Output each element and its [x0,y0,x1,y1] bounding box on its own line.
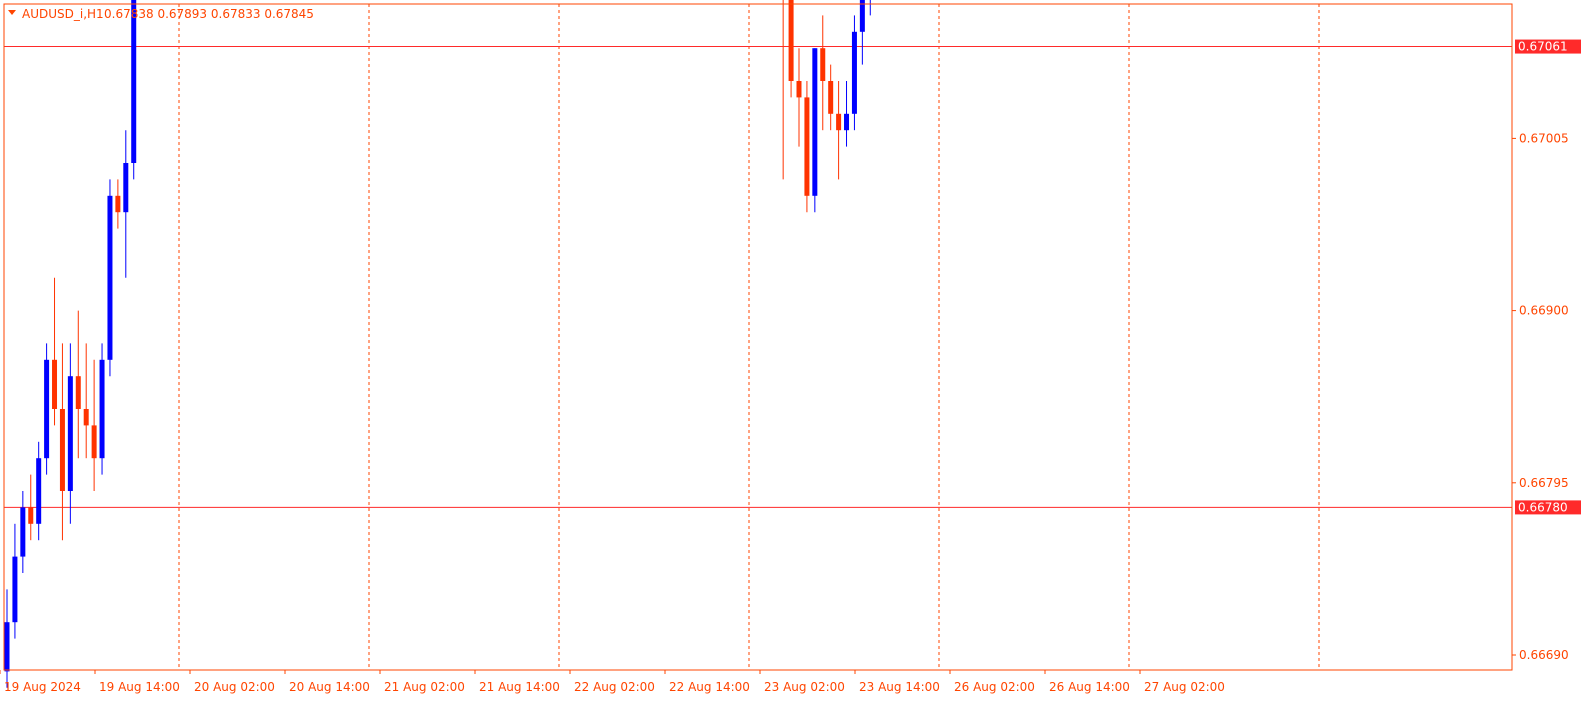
candle-body [67,376,73,491]
chart-background [0,0,1586,708]
candle-body [131,0,137,163]
x-tick-label: 19 Aug 2024 [4,680,81,694]
chart-root: 0.680350.679300.678300.677250.676250.675… [0,0,1586,708]
candle-body [36,458,42,524]
candle-body [91,425,97,459]
candle[interactable] [99,343,105,475]
x-tick-label: 22 Aug 02:00 [574,680,655,694]
level-price-label: 0.67061 [1518,40,1568,54]
candle[interactable] [804,81,810,213]
y-tick-label: 0.66795 [1519,476,1569,490]
candle-body [12,556,18,623]
candle-body [123,163,129,213]
candle-body [804,97,810,196]
candle[interactable] [131,0,137,180]
candle-body [75,376,81,409]
chart-header[interactable]: AUDUSD_i,H1 0.67838 0.67893 0.67833 0.67… [8,7,314,21]
candle-body [99,359,105,459]
candle-body [20,507,26,557]
x-tick-label: 23 Aug 02:00 [764,680,845,694]
candle-body [107,195,113,360]
level-price-label: 0.66780 [1518,500,1568,514]
ohlc-values: 0.67838 0.67893 0.67833 0.67845 [104,7,314,21]
y-tick-label: 0.66690 [1519,648,1569,662]
candle[interactable] [851,15,857,131]
candle-body [844,113,850,131]
x-tick-label: 19 Aug 14:00 [99,680,180,694]
candle-body [788,0,794,82]
candle-body [59,409,65,491]
x-tick-label: 21 Aug 02:00 [384,680,465,694]
x-tick-label: 26 Aug 02:00 [954,680,1035,694]
candle-body [836,113,842,131]
candle-body [828,81,834,114]
candle-body [4,622,10,672]
candle-body [820,48,826,81]
candle[interactable] [107,179,113,377]
candle[interactable] [812,48,818,213]
x-tick-label: 22 Aug 14:00 [669,680,750,694]
x-tick-label: 27 Aug 02:00 [1144,680,1225,694]
candle[interactable] [44,343,50,475]
candlestick-chart[interactable]: 0.680350.679300.678300.677250.676250.675… [0,0,1586,708]
candle-body [859,0,865,32]
x-tick-label: 26 Aug 14:00 [1049,680,1130,694]
x-tick-label: 21 Aug 14:00 [479,680,560,694]
candle-body [44,359,50,459]
candle-body [851,31,857,114]
candle-body [83,409,89,426]
candle-body [115,195,121,213]
candle-body [28,507,34,524]
x-tick-label: 20 Aug 02:00 [194,680,275,694]
x-tick-label: 23 Aug 14:00 [859,680,940,694]
candle-body [796,81,802,98]
candle-body [52,359,58,409]
y-tick-label: 0.67005 [1519,131,1569,145]
symbol-label: AUDUSD_i,H1 [22,7,104,21]
y-tick-label: 0.66900 [1519,304,1569,318]
candle-body [812,48,818,196]
x-tick-label: 20 Aug 14:00 [289,680,370,694]
